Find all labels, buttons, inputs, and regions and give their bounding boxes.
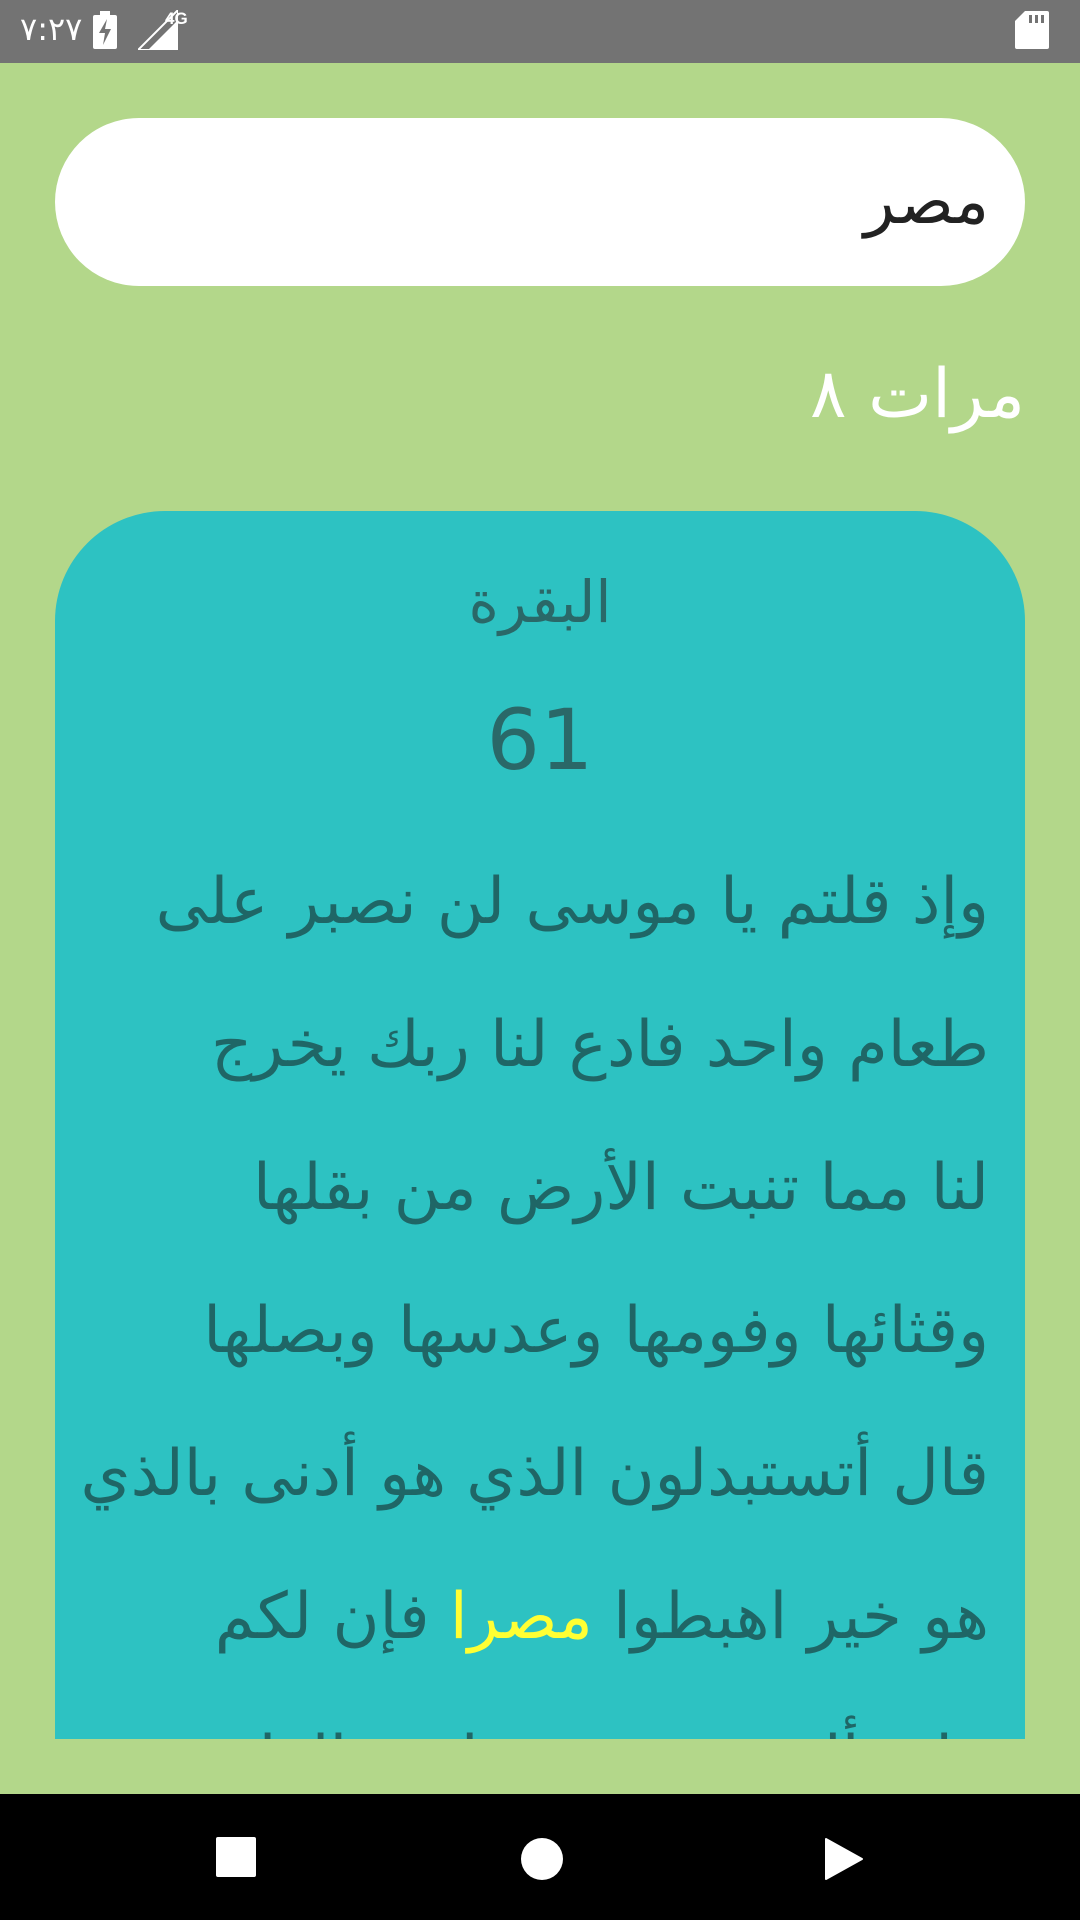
ayah-line: طعام واحد فادع لنا ربك يخرج xyxy=(211,1008,989,1082)
ayah-line: وإذ قلتم يا موسى لن نصبر على xyxy=(155,865,989,939)
home-icon xyxy=(521,1838,563,1880)
ayah-line: هو خير اهبطوا مصرا فإن لكم xyxy=(95,1546,989,1689)
ayah-text-before-match: هو خير اهبطوا xyxy=(592,1580,989,1654)
ayah-line: لنا مما تنبت الأرض من بقلها xyxy=(252,1151,989,1225)
recents-icon xyxy=(216,1837,256,1877)
network-type-label: 4G xyxy=(165,9,188,28)
status-bar: ٧:٢٧ 4G xyxy=(0,0,1080,63)
back-button[interactable] xyxy=(784,1794,904,1920)
sd-card-icon xyxy=(1015,11,1049,53)
result-card[interactable]: البقرة 61 وإذ قلتم يا موسى لن نصبر على ط… xyxy=(55,511,1025,1739)
ayah-line: وقثائها وفومها وعدسها وبصلها xyxy=(203,1294,989,1368)
search-box[interactable] xyxy=(55,118,1025,286)
status-time: ٧:٢٧ xyxy=(20,10,83,48)
recents-button[interactable] xyxy=(176,1794,296,1920)
back-icon xyxy=(825,1838,863,1880)
occurrence-count: مرات ٨ xyxy=(810,355,1025,434)
surah-name: البقرة xyxy=(468,568,612,636)
ayah-text-after-match: فإن لكم xyxy=(214,1580,450,1654)
battery-charging-icon xyxy=(93,11,117,53)
ayah-line: ما سألتم وضربت عليهم الذلة xyxy=(95,1689,989,1739)
highlighted-match: مصرا xyxy=(449,1580,593,1654)
navigation-bar xyxy=(0,1794,1080,1920)
ayah-text: وإذ قلتم يا موسى لن نصبر على طعام واحد ف… xyxy=(80,831,990,1739)
ayah-line: قال أتستبدلون الذي هو أدنى بالذي xyxy=(80,1437,990,1511)
home-button[interactable] xyxy=(480,1794,600,1920)
search-input[interactable] xyxy=(55,118,1025,286)
ayah-number: 61 xyxy=(486,691,594,789)
